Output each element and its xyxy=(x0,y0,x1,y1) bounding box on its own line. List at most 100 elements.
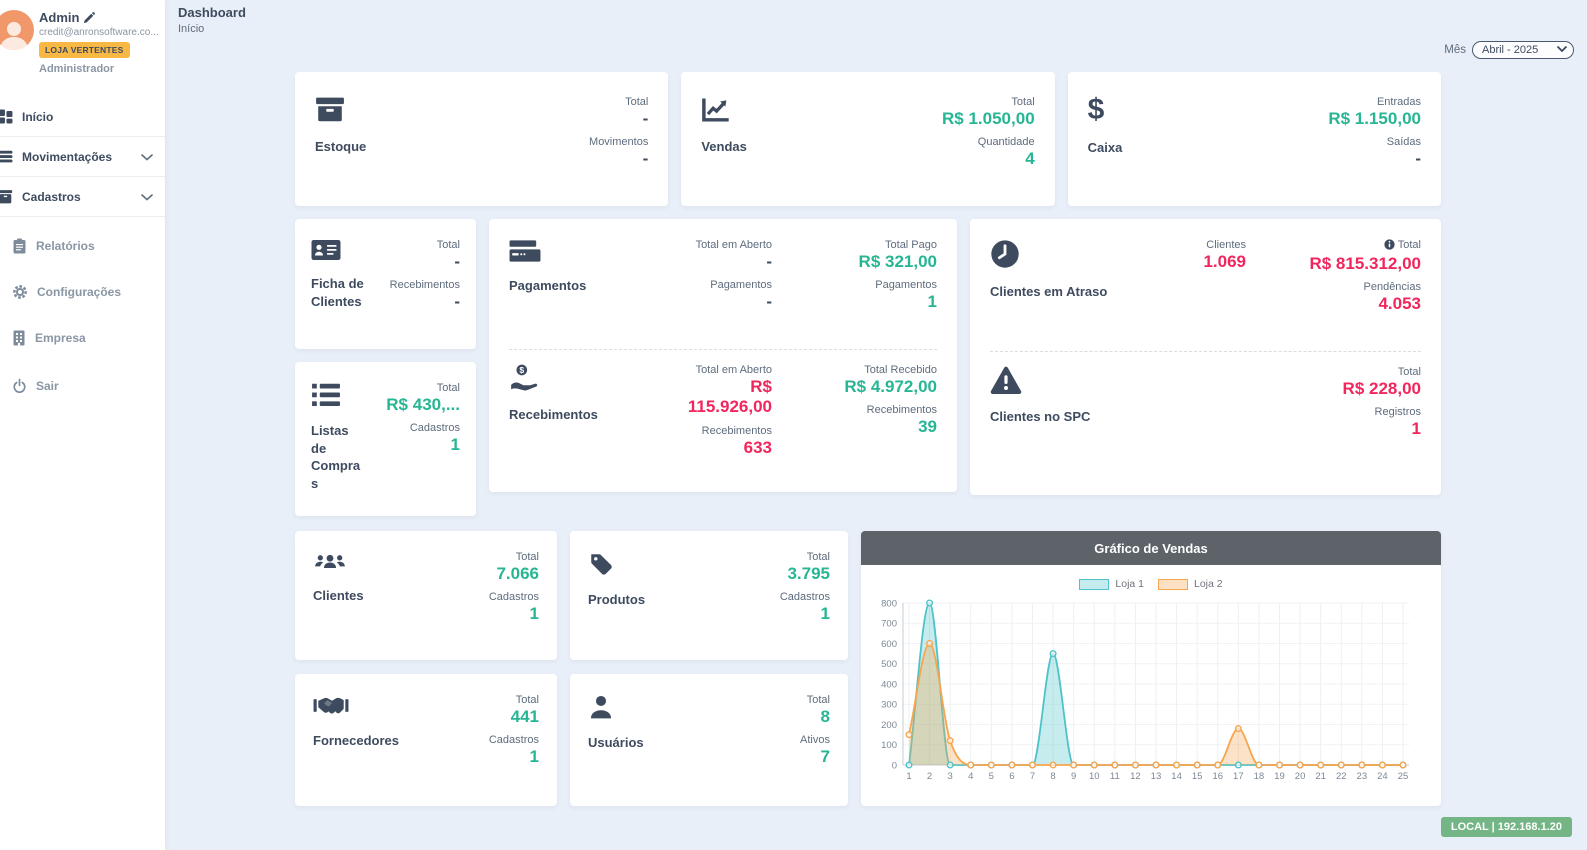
svg-text:600: 600 xyxy=(881,639,897,650)
svg-text:1: 1 xyxy=(906,771,911,782)
divider xyxy=(509,349,937,350)
stat-value: - xyxy=(684,292,772,312)
card-listas-compras[interactable]: Listas de Compras TotalR$ 430,... Cadast… xyxy=(295,362,476,516)
svg-text:2: 2 xyxy=(927,771,932,782)
svg-text:15: 15 xyxy=(1192,771,1203,782)
stat-value: R$ 228,00 xyxy=(1246,379,1421,399)
card-title: Ficha de Clientes xyxy=(311,275,390,310)
stat-value: - xyxy=(589,149,648,169)
stat-value: R$ 815.312,00 xyxy=(1246,254,1421,274)
svg-text:14: 14 xyxy=(1171,771,1182,782)
card-fornecedores[interactable]: Fornecedores Total441 Cadastros1 xyxy=(295,674,557,806)
card-title: Caixa xyxy=(1088,139,1123,157)
stat-value: 4 xyxy=(942,149,1035,169)
stat-value: - xyxy=(390,252,460,272)
legend-item[interactable]: Loja 1 xyxy=(1079,578,1144,590)
svg-text:100: 100 xyxy=(881,740,897,751)
card-pagamentos-recebimentos[interactable]: Pagamentos Total em Aberto- Pagamentos- … xyxy=(489,219,957,492)
card-title: Produtos xyxy=(588,591,645,609)
svg-text:700: 700 xyxy=(881,619,897,630)
tag-icon xyxy=(588,551,645,577)
svg-text:23: 23 xyxy=(1357,771,1368,782)
handshake-icon xyxy=(313,694,399,718)
stat-value: 1 xyxy=(489,747,539,767)
sidebar-item-label: Início xyxy=(22,110,53,124)
chevron-down-icon xyxy=(141,190,153,204)
user-role: Administrador xyxy=(39,63,159,75)
card-title: Usuários xyxy=(588,734,644,752)
month-select[interactable]: Abril - 2025 xyxy=(1472,41,1574,59)
breadcrumb: Início xyxy=(178,23,1587,35)
svg-text:0: 0 xyxy=(892,760,897,771)
svg-text:18: 18 xyxy=(1254,771,1265,782)
svg-text:13: 13 xyxy=(1151,771,1162,782)
chart-title: Gráfico de Vendas xyxy=(861,531,1441,565)
svg-text:20: 20 xyxy=(1295,771,1306,782)
page-title: Dashboard xyxy=(178,5,1587,20)
card-ficha-clientes[interactable]: Ficha de Clientes Total- Recebimentos- xyxy=(295,219,476,349)
card-estoque[interactable]: Estoque Total- Movimentos- xyxy=(295,72,668,206)
sales-chart: 0100200300400500600700800123456789101112… xyxy=(869,595,1417,789)
info-icon xyxy=(1384,241,1395,253)
sidebar-item-inicio[interactable]: Início xyxy=(0,97,165,136)
sidebar-item-label: Cadastros xyxy=(22,190,81,204)
stat-value: 1 xyxy=(489,604,539,624)
card-vendas[interactable]: Vendas TotalR$ 1.050,00 Quantidade4 xyxy=(681,72,1054,206)
store-badge: LOJA VERTENTES xyxy=(39,42,130,58)
card-caixa[interactable]: $ Caixa EntradasR$ 1.150,00 Saídas- xyxy=(1068,72,1441,206)
sidebar-item-relatorios[interactable]: Relatórios xyxy=(0,227,165,265)
stat-value: R$ 430,... xyxy=(386,395,460,415)
sidebar-item-configuracoes[interactable]: Configurações xyxy=(0,273,165,311)
svg-text:16: 16 xyxy=(1212,771,1223,782)
stat-value: - xyxy=(684,252,772,272)
sidebar-item-movimentacoes[interactable]: Movimentações xyxy=(0,137,165,176)
card-title: Vendas xyxy=(701,138,747,156)
sidebar-item-sair[interactable]: Sair xyxy=(0,367,165,404)
avatar xyxy=(0,10,34,50)
card-produtos[interactable]: Produtos Total3.795 Cadastros1 xyxy=(570,531,848,660)
svg-text:12: 12 xyxy=(1130,771,1141,782)
card-clientes[interactable]: Clientes Total7.066 Cadastros1 xyxy=(295,531,557,660)
dashboard-grid-icon xyxy=(0,109,13,124)
card-title: Estoque xyxy=(315,138,366,156)
svg-text:800: 800 xyxy=(881,598,897,609)
svg-text:$: $ xyxy=(519,365,524,375)
svg-text:10: 10 xyxy=(1089,771,1100,782)
card-atraso-spc[interactable]: Clientes em Atraso Clientes1.069 Total R… xyxy=(970,219,1441,495)
stat-value: - xyxy=(1328,149,1421,169)
users-icon xyxy=(313,551,364,573)
sidebar-item-label: Empresa xyxy=(35,331,86,345)
stat-value: 441 xyxy=(489,707,539,727)
legend-label: Loja 1 xyxy=(1115,578,1144,590)
legend-swatch xyxy=(1079,579,1109,590)
archive-box-icon xyxy=(315,96,366,124)
stat-value: R$ 4.972,00 xyxy=(772,377,937,397)
svg-text:400: 400 xyxy=(881,679,897,690)
profile-block: Admin credit@anronsoftware.co... LOJA VE… xyxy=(0,10,165,75)
svg-text:22: 22 xyxy=(1336,771,1347,782)
svg-text:200: 200 xyxy=(881,720,897,731)
card-title: Fornecedores xyxy=(313,732,399,750)
chart-line-icon xyxy=(701,96,747,124)
person-silhouette-icon xyxy=(0,18,29,50)
user-email: credit@anronsoftware.co... xyxy=(39,27,159,38)
id-card-icon xyxy=(311,239,390,261)
legend-item[interactable]: Loja 2 xyxy=(1158,578,1223,590)
sidebar-item-empresa[interactable]: Empresa xyxy=(0,319,165,357)
sidebar: Admin credit@anronsoftware.co... LOJA VE… xyxy=(0,0,165,850)
environment-badge: LOCAL | 192.168.1.20 xyxy=(1441,817,1572,837)
user-icon xyxy=(588,694,644,720)
sidebar-item-cadastros[interactable]: Cadastros xyxy=(0,177,165,216)
card-title: Clientes xyxy=(313,587,364,605)
sidebar-item-label: Movimentações xyxy=(22,150,112,164)
dollar-icon: $ xyxy=(1088,96,1123,125)
list-icon xyxy=(311,382,367,408)
stat-value: 39 xyxy=(772,417,937,437)
stat-value: 633 xyxy=(684,438,772,458)
divider xyxy=(990,351,1421,352)
edit-profile-icon[interactable] xyxy=(83,12,95,24)
svg-text:17: 17 xyxy=(1233,771,1244,782)
card-usuarios[interactable]: Usuários Total8 Ativos7 xyxy=(570,674,848,806)
svg-text:6: 6 xyxy=(1009,771,1014,782)
stat-value: 7.066 xyxy=(489,564,539,584)
